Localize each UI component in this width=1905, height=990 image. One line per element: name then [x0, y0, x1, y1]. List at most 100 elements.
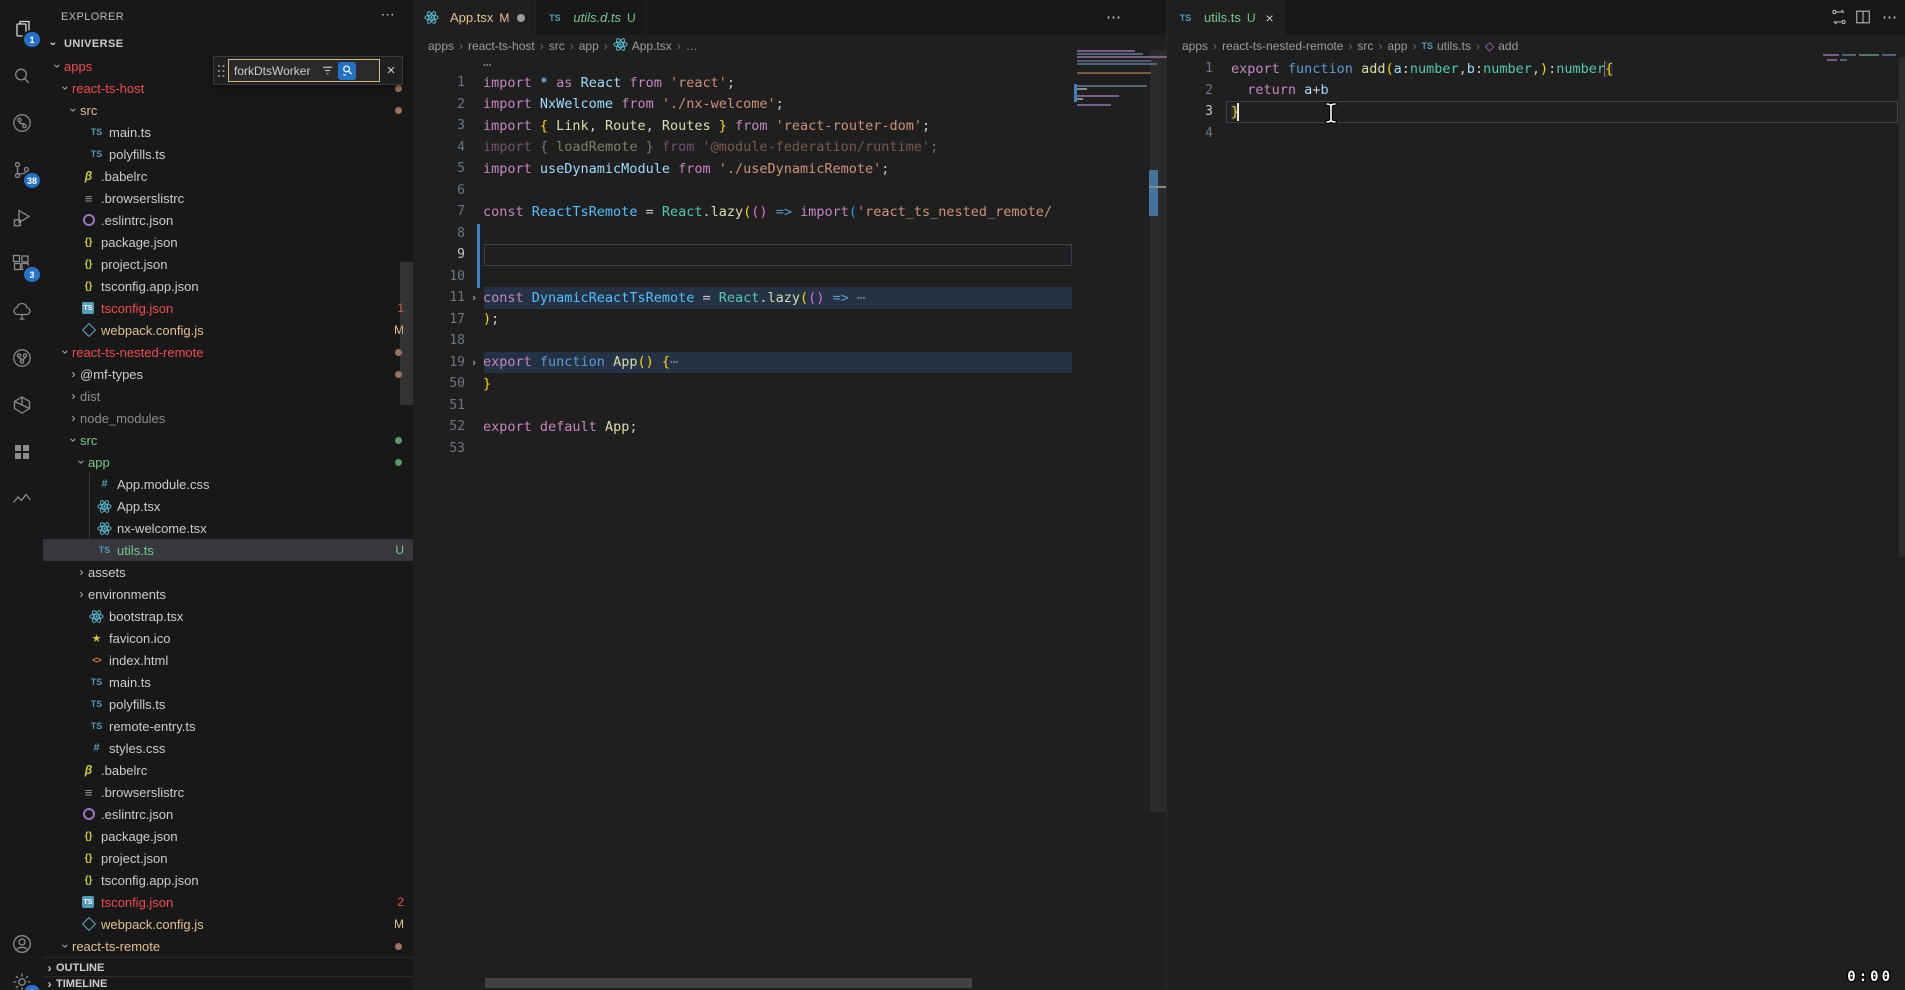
code-line-2[interactable]: 2import NxWelcome from './nx-welcome'; [413, 94, 1166, 116]
tree-item-.babelrc[interactable]: β.babelrc [43, 165, 413, 187]
tree-item-.babelrc[interactable]: β.babelrc [43, 759, 413, 781]
tree-item-project.json[interactable]: {}project.json [43, 253, 413, 275]
tree-item-styles.css[interactable]: #styles.css [43, 737, 413, 759]
fuzzy-search-toggle[interactable] [338, 62, 356, 80]
activity-explorer-icon[interactable]: 1 [0, 5, 43, 52]
tree-item-@mf-types[interactable]: ›@mf-types [43, 363, 413, 385]
tree-item-favicon.ico[interactable]: ★favicon.ico [43, 627, 413, 649]
code-line-52[interactable]: 52export default App; [413, 416, 1166, 438]
tree-item-tsconfig.json[interactable]: TStsconfig.json1 [43, 297, 413, 319]
outline-section-header[interactable]: › OUTLINE [43, 957, 413, 977]
activity-source-control-icon[interactable]: 38 [0, 146, 43, 193]
code-line-4[interactable]: 4import { loadRemote } from '@module-fed… [413, 137, 1166, 159]
badge: 38 [24, 173, 40, 188]
code-line-17[interactable]: 17); [413, 309, 1166, 331]
code-line-5[interactable]: 5import useDynamicModule from './useDyna… [413, 158, 1166, 180]
react-file-icon [96, 499, 113, 514]
tree-item-webpack.config.js[interactable]: webpack.config.jsM [43, 319, 413, 341]
tree-item-src[interactable]: ›src [43, 99, 413, 121]
tree-item-App.tsx[interactable]: App.tsx [43, 495, 413, 517]
tree-item-bootstrap.tsx[interactable]: bootstrap.tsx [43, 605, 413, 627]
code-line-3[interactable]: 3import { Link, Route, Routes } from 're… [413, 115, 1166, 137]
code-line-3[interactable]: 3} [1167, 101, 1905, 123]
activity-nx-console-icon[interactable] [0, 381, 43, 428]
minimap-line [1077, 50, 1135, 52]
tree-find-input[interactable] [229, 64, 318, 78]
fold-chevron-icon[interactable]: › [465, 356, 483, 369]
activity-search-icon[interactable] [0, 52, 43, 99]
minimap[interactable] [1823, 54, 1899, 68]
activity-extensions-icon[interactable]: 3 [0, 240, 43, 287]
filter-icon[interactable] [318, 62, 336, 80]
tree-item-tsconfig.app.json[interactable]: {}tsconfig.app.json [43, 869, 413, 891]
code-line-1[interactable]: 1import * as React from 'react'; [413, 72, 1166, 94]
activity-git-graph-icon[interactable] [0, 334, 43, 381]
tree-item-label: .browserslistrc [101, 785, 184, 800]
code-line-4[interactable]: 4 [1167, 123, 1905, 145]
line-number: 8 [413, 226, 465, 241]
tree-item-dist[interactable]: ›dist [43, 385, 413, 407]
code-line-50[interactable]: 50} [413, 373, 1166, 395]
tree-item-webpack.config.js[interactable]: webpack.config.jsM [43, 913, 413, 935]
code-line-51[interactable]: 51 [413, 395, 1166, 417]
tree-item-utils.ts[interactable]: TSutils.tsU [43, 539, 413, 561]
tree-item-assets[interactable]: ›assets [43, 561, 413, 583]
code-line-6[interactable]: 6 [413, 180, 1166, 202]
tree-item-environments[interactable]: ›environments [43, 583, 413, 605]
activity-settings-icon[interactable]: 1 [0, 958, 43, 990]
fold-chevron-icon[interactable]: › [465, 291, 483, 304]
tree-item-main.ts[interactable]: TSmain.ts [43, 121, 413, 143]
tree-item-polyfills.ts[interactable]: TSpolyfills.ts [43, 693, 413, 715]
explorer-more-actions-button[interactable]: ⋯ [381, 6, 395, 23]
tree-item-nx-welcome.tsx[interactable]: nx-welcome.tsx [43, 517, 413, 539]
workspace-root-row[interactable]: › UNIVERSE [43, 33, 413, 55]
tree-item-react-ts-remote[interactable]: ›react-ts-remote [43, 935, 413, 957]
tree-item-node_modules[interactable]: ›node_modules [43, 407, 413, 429]
tree-item-remote-entry.ts[interactable]: TSremote-entry.ts [43, 715, 413, 737]
tree-item-App.module.css[interactable]: #App.module.css [43, 473, 413, 495]
tree-item-polyfills.ts[interactable]: TSpolyfills.ts [43, 143, 413, 165]
code-line-2[interactable]: 2 return a+b [1167, 80, 1905, 102]
activity-grid-icon[interactable] [0, 428, 43, 475]
tree-item-.browserslistrc[interactable]: ≡.browserslistrc [43, 781, 413, 803]
code-line-7[interactable]: 7const ReactTsRemote = React.lazy(() => … [413, 201, 1166, 223]
tree-item-main.ts[interactable]: TSmain.ts [43, 671, 413, 693]
timeline-section-header[interactable]: › TIMELINE [43, 976, 413, 990]
tree-item-.eslintrc.json[interactable]: .eslintrc.json [43, 803, 413, 825]
tree-item-react-ts-nested-remote[interactable]: ›react-ts-nested-remote [43, 341, 413, 363]
editor-scrollbar[interactable] [1899, 57, 1905, 557]
mouse-ibeam-pointer [1318, 99, 1344, 132]
code-line-1[interactable]: 1export function add(a:number,b:number,)… [1167, 58, 1905, 80]
tree-item-package.json[interactable]: {}package.json [43, 825, 413, 847]
tree-item-.browserslistrc[interactable]: ≡.browserslistrc [43, 187, 413, 209]
tree-item-tsconfig.json[interactable]: TStsconfig.json2 [43, 891, 413, 913]
code-line-11[interactable]: 11›const DynamicReactTsRemote = React.la… [413, 287, 1166, 309]
code-line-10[interactable]: 10 [413, 266, 1166, 288]
tree-item-src[interactable]: ›src [43, 429, 413, 451]
code-line-ellipsis[interactable]: ⋯ [413, 57, 1166, 72]
code-line-53[interactable]: 53 [413, 438, 1166, 460]
tree-item-package.json[interactable]: {}package.json [43, 231, 413, 253]
tree-item-tsconfig.app.json[interactable]: {}tsconfig.app.json [43, 275, 413, 297]
tree-item-app[interactable]: ›app [43, 451, 413, 473]
activity-run-debug-icon[interactable] [0, 193, 43, 240]
tree-item-label: node_modules [80, 411, 165, 426]
code-line-19[interactable]: 19›export function App() {⋯ [413, 352, 1166, 374]
tree-item-project.json[interactable]: {}project.json [43, 847, 413, 869]
horizontal-scrollbar[interactable] [485, 978, 972, 988]
tree-scrollbar[interactable] [400, 262, 413, 405]
close-icon[interactable]: × [380, 62, 402, 79]
activity-wave-icon[interactable] [0, 475, 43, 522]
activity-source-control-graph-icon[interactable] [0, 99, 43, 146]
code-editor-app-tsx[interactable]: ⋯1import * as React from 'react';2import… [413, 0, 1166, 990]
drag-handle-icon[interactable] [214, 63, 228, 79]
code-line-9[interactable]: 9 [413, 244, 1166, 266]
tree-item-index.html[interactable]: <>index.html [43, 649, 413, 671]
tree-item-.eslintrc.json[interactable]: .eslintrc.json [43, 209, 413, 231]
code-editor-utils-ts[interactable]: 1export function add(a:number,b:number,)… [1167, 0, 1905, 990]
minimap[interactable] [1074, 50, 1150, 170]
editor-scrollbar[interactable] [1150, 50, 1166, 812]
code-line-8[interactable]: 8 [413, 223, 1166, 245]
activity-todo-tree-icon[interactable] [0, 287, 43, 334]
code-line-18[interactable]: 18 [413, 330, 1166, 352]
